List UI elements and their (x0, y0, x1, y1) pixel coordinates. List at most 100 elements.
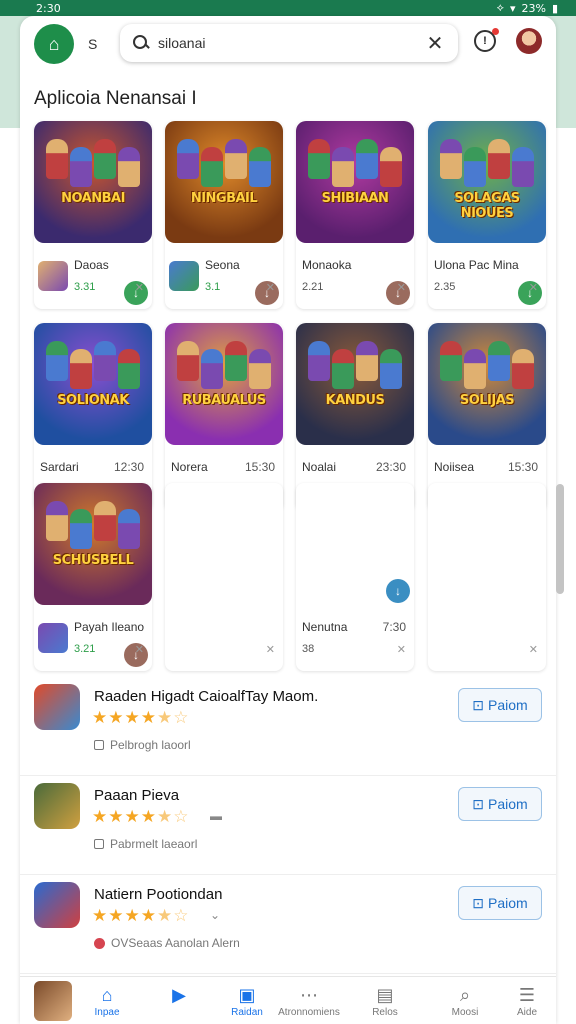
nav-item-inpae[interactable]: ⌂ Inpae (76, 977, 138, 1024)
character-figure (225, 341, 247, 381)
character-figure (118, 509, 140, 549)
character-figure (118, 147, 140, 187)
artwork-title: SOLAGAS NIOUES (454, 191, 520, 221)
signal-icon: ⟡ (496, 1, 504, 14)
download-icon: ⊡ (472, 894, 485, 911)
app-artwork[interactable]: RUBAUALUS (165, 323, 283, 445)
app-subtitle-text: OVSeaas Aanolan Alern (111, 936, 240, 950)
character-figure (440, 139, 462, 179)
developer-avatar (38, 261, 68, 291)
character-figure (356, 341, 378, 381)
avatar[interactable] (516, 28, 542, 54)
nav-item-relos[interactable]: ▤ Relos (354, 977, 416, 1024)
app-artwork[interactable]: SOLAGAS NIOUES (428, 121, 546, 243)
nav-item-moosi[interactable]: ⌕ Moosi (434, 977, 496, 1024)
character-figure (464, 147, 486, 187)
dismiss-icon[interactable]: ✕ (266, 643, 275, 656)
dismiss-icon[interactable]: ✕ (397, 643, 406, 656)
artwork-characters (438, 139, 536, 189)
app-name: Ulona Pac Mina (434, 258, 519, 272)
play-icon: ▶ (172, 985, 186, 1005)
character-figure (380, 349, 402, 389)
app-rating: 3.1 (205, 281, 221, 293)
list-item[interactable]: Natiern Pootiondan ★★★★★☆ ⌄ OVSeaas Aanolan… (20, 876, 556, 974)
character-figure (70, 509, 92, 549)
install-button[interactable]: ⊡ Paiom (458, 886, 542, 920)
search-input[interactable] (158, 35, 424, 51)
install-arrow-icon[interactable]: ↓ (386, 579, 410, 603)
character-figure (177, 341, 199, 381)
app-card[interactable]: NOANBAI ↓ Daoas 3.31 ✕ (34, 121, 152, 309)
install-button[interactable]: ⊡ Paiom (458, 787, 542, 821)
search-bar[interactable]: ✕ (120, 24, 458, 62)
character-figure (70, 349, 92, 389)
scrollbar[interactable] (556, 484, 564, 594)
artwork-characters (44, 341, 142, 391)
nav-item-atronnomiens[interactable]: ⋯ Atronnomiens (278, 977, 340, 1024)
app-artwork[interactable]: SHIBIAAN (296, 121, 414, 243)
artwork-title: SOLIJAS (459, 393, 515, 408)
character-figure (46, 341, 68, 381)
nav-item-play[interactable]: ▶ (148, 977, 210, 1024)
app-card[interactable]: ✕ (165, 483, 283, 671)
app-icon[interactable] (34, 684, 80, 730)
rating-extra: ▬ (210, 809, 222, 823)
app-name: Daoas (74, 258, 109, 272)
artwork-characters (306, 341, 404, 391)
character-figure (70, 147, 92, 187)
app-artwork[interactable]: NINGBAIL (165, 121, 283, 243)
dismiss-icon[interactable]: ✕ (397, 281, 406, 294)
profile-letter[interactable]: S (88, 36, 97, 52)
dismiss-icon[interactable]: ✕ (529, 281, 538, 294)
app-icon[interactable] (34, 882, 80, 928)
app-card[interactable]: ↓ Nenutna 7:30 38 ✕ (296, 483, 414, 671)
artwork-characters (306, 139, 404, 189)
app-artwork[interactable]: SCHUSBELL (34, 483, 152, 605)
install-button-label: Paiom (488, 895, 528, 911)
artwork-title: NINGBAIL (190, 191, 258, 206)
dismiss-icon[interactable]: ✕ (266, 281, 275, 294)
dismiss-icon[interactable]: ✕ (529, 643, 538, 656)
developer-avatar (169, 261, 199, 291)
app-rating: 38 (302, 643, 315, 655)
character-figure (225, 139, 247, 179)
artwork-characters (175, 139, 273, 189)
app-card[interactable]: SCHUSBELL ↓ Payah Ileano 3.21 ✕ (34, 483, 152, 671)
list-item[interactable]: Raaden Higadt CaioalfTay Maom. ★★★★★☆ Pelb… (20, 678, 556, 776)
clear-search-icon[interactable]: ✕ (424, 31, 446, 56)
character-figure (249, 349, 271, 389)
app-time: 15:30 (507, 460, 538, 474)
star-rating: ★★★★★☆ (92, 708, 190, 727)
download-icon: ⊡ (472, 696, 485, 713)
dismiss-icon[interactable]: ✕ (135, 281, 144, 294)
character-figure (46, 501, 68, 541)
app-artwork[interactable]: SOLIONAK (34, 323, 152, 445)
app-card[interactable]: SOLAGAS NIOUES ↓ Ulona Pac Mina 2.35 ✕ (428, 121, 546, 309)
recent-app-thumbnail[interactable] (34, 981, 72, 1021)
app-card[interactable]: SHIBIAAN ↓ Monaoka 2.21 ✕ (296, 121, 414, 309)
app-icon[interactable] (34, 783, 80, 829)
star-rating: ★★★★★☆ (92, 906, 190, 925)
install-button[interactable]: ⊡ Paiom (458, 688, 542, 722)
status-bar: 2:30 ⟡ ▾ 23% ▮ (0, 0, 576, 16)
character-figure (488, 139, 510, 179)
nav-item-raidan[interactable]: ▣ Raidan (216, 977, 278, 1024)
nav-label: Moosi (451, 1007, 479, 1018)
app-card[interactable]: NINGBAIL ↓ Seona 3.1 ✕ (165, 121, 283, 309)
app-artwork[interactable]: SOLIJAS (428, 323, 546, 445)
character-figure (356, 139, 378, 179)
artwork-title: SCHUSBELL (52, 553, 134, 568)
app-card[interactable]: ✕ (428, 483, 546, 671)
app-artwork[interactable]: KANDUS (296, 323, 414, 445)
install-button-label: Paiom (488, 697, 528, 713)
list-item[interactable]: Paaan Pieva ★★★★★☆ ▬ Pabrmelt laeaorl ⊡ Paiom (20, 777, 556, 875)
dismiss-icon[interactable]: ✕ (135, 643, 144, 656)
artwork-characters (44, 139, 142, 189)
app-artwork[interactable]: NOANBAI (34, 121, 152, 243)
app-name: Noiisea (434, 460, 475, 474)
nav-label: Raidan (231, 1007, 263, 1018)
search-icon (132, 34, 150, 52)
store-home-button[interactable]: ⌂ (34, 24, 74, 64)
status-time: 2:30 (36, 1, 61, 15)
nav-item-aide[interactable]: ☰ Aide (496, 977, 556, 1024)
